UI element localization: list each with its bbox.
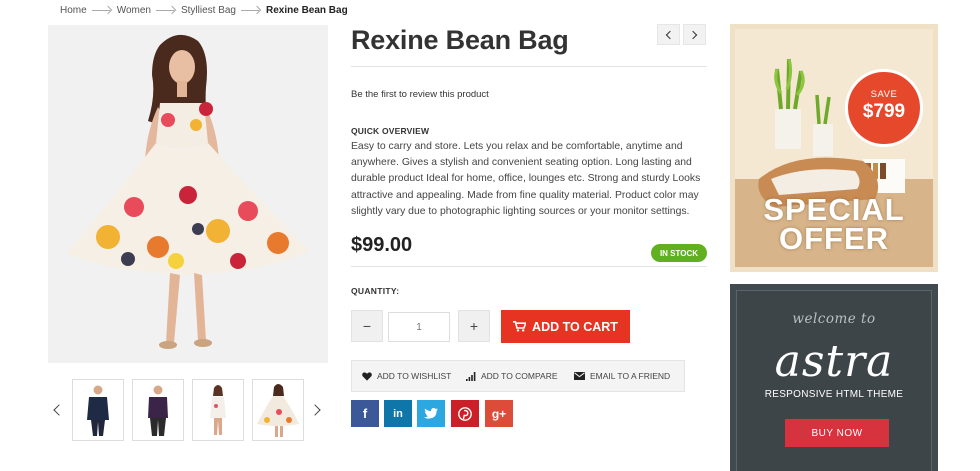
breadcrumb-current: Rexine Bean Bag: [266, 4, 348, 16]
google-plus-share-button[interactable]: g+: [485, 400, 513, 427]
add-to-compare-link[interactable]: ADD TO COMPARE: [466, 371, 558, 381]
quick-overview-heading: QUICK OVERVIEW: [351, 126, 430, 136]
thumbnail-prev-arrow-icon[interactable]: [50, 398, 65, 422]
astra-tagline: RESPONSIVE HTML THEME: [764, 389, 904, 400]
breadcrumb-category-link[interactable]: Stylliest Bag: [181, 5, 236, 16]
breadcrumb-arrow-icon: [155, 5, 177, 15]
review-link[interactable]: Be the first to review this product: [351, 89, 489, 100]
woman-dress-illustration: [66, 34, 310, 349]
twitter-icon: [424, 408, 438, 419]
save-label: SAVE: [870, 89, 898, 100]
facebook-icon: f: [362, 406, 368, 421]
title-divider: [351, 66, 707, 67]
thumbnail-next-arrow-icon[interactable]: [309, 398, 324, 422]
special-offer-banner[interactable]: SAVE $799 SPECIAL OFFER: [730, 24, 938, 272]
special-offer-line2: OFFER: [778, 221, 890, 256]
breadcrumb-arrow-icon: [240, 5, 262, 15]
cart-icon: [513, 321, 527, 332]
linkedin-icon: in: [393, 407, 403, 420]
in-stock-badge: IN STOCK: [651, 244, 707, 262]
breadcrumb-arrow-icon: [91, 5, 113, 15]
breadcrumb: Home Women Stylliest Bag Rexine Bean Bag: [60, 3, 348, 17]
woman-white-dress-thumbnail: [210, 385, 226, 435]
thumbnail-4[interactable]: [252, 379, 304, 441]
product-title: Rexine Bean Bag: [351, 25, 569, 55]
breadcrumb-women-link[interactable]: Women: [117, 5, 151, 16]
add-to-cart-label: ADD TO CART: [532, 319, 618, 334]
next-product-arrow-icon[interactable]: [683, 24, 706, 45]
woman-floral-dress-thumbnail: [257, 384, 299, 437]
pinterest-icon: [458, 406, 472, 421]
product-price: $99.00: [351, 234, 413, 256]
envelope-icon: [574, 372, 585, 380]
add-to-compare-label: ADD TO COMPARE: [481, 371, 558, 381]
thumbnail-3[interactable]: [192, 379, 244, 441]
email-to-friend-link[interactable]: EMAIL TO A FRIEND: [574, 371, 670, 381]
thumbnail-2[interactable]: [132, 379, 184, 441]
man-dark-jacket-thumbnail: [87, 385, 109, 436]
email-to-friend-label: EMAIL TO A FRIEND: [590, 371, 671, 381]
quantity-increase-button[interactable]: +: [458, 310, 490, 342]
astra-logo: astra: [774, 336, 894, 387]
breadcrumb-home-link[interactable]: Home: [60, 5, 87, 16]
linkedin-share-button[interactable]: in: [384, 400, 412, 427]
man-purple-shirt-thumbnail: [148, 385, 168, 436]
product-actions-bar: ADD TO WISHLIST ADD TO COMPARE EMAIL TO …: [351, 360, 685, 392]
save-amount: $799: [862, 101, 906, 122]
quick-overview-text: Easy to carry and store. Lets you relax …: [351, 141, 701, 217]
facebook-share-button[interactable]: f: [351, 400, 379, 427]
google-plus-icon: g+: [491, 406, 507, 421]
quantity-label: QUANTITY:: [351, 286, 400, 296]
astra-welcome-text: welcome to: [792, 311, 876, 327]
heart-icon: [362, 371, 372, 381]
price-divider: [351, 266, 707, 267]
bar-chart-icon: [466, 371, 476, 381]
previous-product-arrow-icon[interactable]: [657, 24, 680, 45]
astra-theme-banner: welcome to astra RESPONSIVE HTML THEME B…: [730, 284, 938, 471]
buy-now-button[interactable]: BUY NOW: [785, 419, 889, 447]
quantity-input[interactable]: [388, 312, 450, 342]
save-badge: SAVE $799: [845, 69, 923, 147]
quantity-decrease-button[interactable]: −: [351, 310, 383, 342]
twitter-share-button[interactable]: [417, 400, 445, 427]
add-to-cart-button[interactable]: ADD TO CART: [501, 310, 630, 343]
pinterest-share-button[interactable]: [451, 400, 479, 427]
thumbnail-1[interactable]: [72, 379, 124, 441]
add-to-wishlist-link[interactable]: ADD TO WISHLIST: [362, 371, 451, 381]
product-main-image[interactable]: [48, 25, 328, 363]
add-to-wishlist-label: ADD TO WISHLIST: [377, 371, 452, 381]
